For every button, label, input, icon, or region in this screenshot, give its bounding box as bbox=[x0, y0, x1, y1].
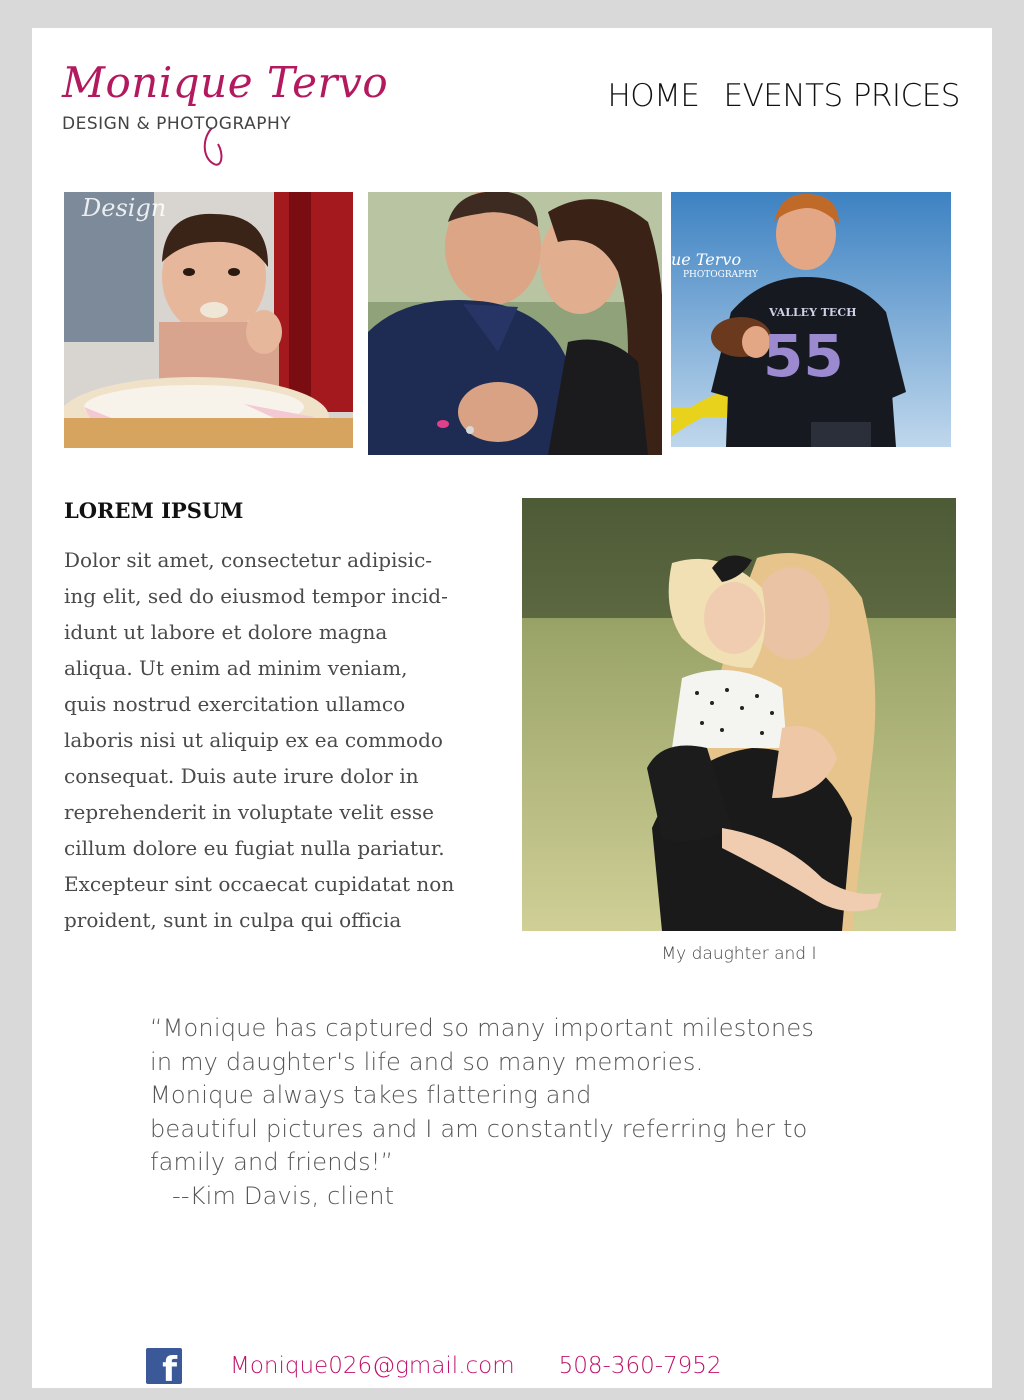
facebook-icon[interactable]: f bbox=[146, 1348, 182, 1384]
brand-tagline: DESIGN & PHOTOGRAPHY bbox=[62, 114, 291, 134]
article-line: Dolor sit amet, consectetur adipisic- bbox=[64, 548, 433, 572]
testimonial-line: family and friends!” bbox=[150, 1148, 394, 1176]
article-line: laboris nisi ut aliquip ex ea commodo bbox=[64, 728, 443, 752]
testimonial-line: in my daughter's life and so many memori… bbox=[150, 1047, 704, 1076]
nav-prices[interactable]: PRICES bbox=[853, 78, 961, 114]
article-line: quis nostrud exercitation ullamco bbox=[64, 692, 406, 716]
brand-tagline-photography: PHOTOGRAPHY bbox=[156, 114, 292, 134]
brand-name: Monique Tervo bbox=[62, 58, 389, 107]
article-title: LOREM IPSUM bbox=[64, 498, 244, 523]
testimonial-line: “Monique has captured so many important … bbox=[150, 1014, 815, 1042]
testimonial: “Monique has captured so many important … bbox=[150, 1012, 850, 1213]
thumb-watermark: ue Tervo bbox=[671, 250, 742, 269]
gallery-thumb-couple[interactable] bbox=[368, 192, 662, 455]
footer-contact: f Monique026@gmail.com 508-360-7952 bbox=[146, 1346, 722, 1386]
jersey-number: 55 bbox=[763, 322, 844, 390]
mother-daughter-photo bbox=[522, 498, 956, 931]
main-nav: HOME EVENTS PRICES bbox=[607, 78, 960, 114]
article-line: aliqua. Ut enim ad minim veniam, bbox=[64, 656, 408, 680]
feature-photo[interactable] bbox=[522, 498, 956, 931]
football-photo bbox=[671, 192, 951, 447]
article-line: Excepteur sint occaecat cupidatat non bbox=[64, 872, 455, 896]
page: Monique Tervo DESIGN & PHOTOGRAPHY HOME … bbox=[32, 28, 992, 1388]
testimonial-attribution: --Kim Davis, client bbox=[172, 1181, 395, 1210]
testimonial-line: Monique always takes flattering and bbox=[150, 1081, 592, 1109]
baby-cake-photo bbox=[64, 192, 353, 448]
email-link[interactable]: Monique026@gmail.com bbox=[230, 1353, 515, 1379]
gallery-thumb-baby[interactable]: Design bbox=[64, 192, 353, 448]
article-line: consequat. Duis aute irure dolor in bbox=[64, 764, 419, 788]
nav-events[interactable]: EVENTS bbox=[724, 78, 844, 114]
article-line: idunt ut labore et dolore magna bbox=[64, 620, 388, 644]
gallery-thumb-football[interactable]: ue Tervo PHOTOGRAPHY VALLEY TECH 55 bbox=[671, 192, 951, 447]
brand-tagline-amp: & bbox=[136, 114, 151, 134]
nav-home[interactable]: HOME bbox=[607, 78, 700, 114]
facebook-glyph: f bbox=[162, 1350, 177, 1384]
article-line: cillum dolore eu fugiat nulla pariatur. bbox=[64, 836, 445, 860]
brand-tagline-design: DESIGN bbox=[62, 114, 131, 134]
couple-photo bbox=[368, 192, 662, 455]
feature-caption: My daughter and I bbox=[661, 944, 817, 964]
article-body: Dolor sit amet, consectetur adipisic- in… bbox=[64, 542, 484, 938]
phone-number[interactable]: 508-360-7952 bbox=[559, 1353, 722, 1379]
testimonial-line: beautiful pictures and I am constantly r… bbox=[150, 1114, 808, 1143]
brand-logo[interactable]: Monique Tervo DESIGN & PHOTOGRAPHY bbox=[62, 58, 388, 168]
article-line: proident, sunt in culpa qui officia bbox=[64, 908, 402, 932]
thumb-watermark-sub: PHOTOGRAPHY bbox=[683, 270, 758, 280]
thumb-watermark: Design bbox=[82, 194, 167, 222]
article-line: ing elit, sed do eiusmod tempor incid- bbox=[64, 584, 448, 608]
article-line: reprehenderit in voluptate velit esse bbox=[64, 800, 434, 824]
jersey-team-text: VALLEY TECH bbox=[769, 306, 857, 319]
